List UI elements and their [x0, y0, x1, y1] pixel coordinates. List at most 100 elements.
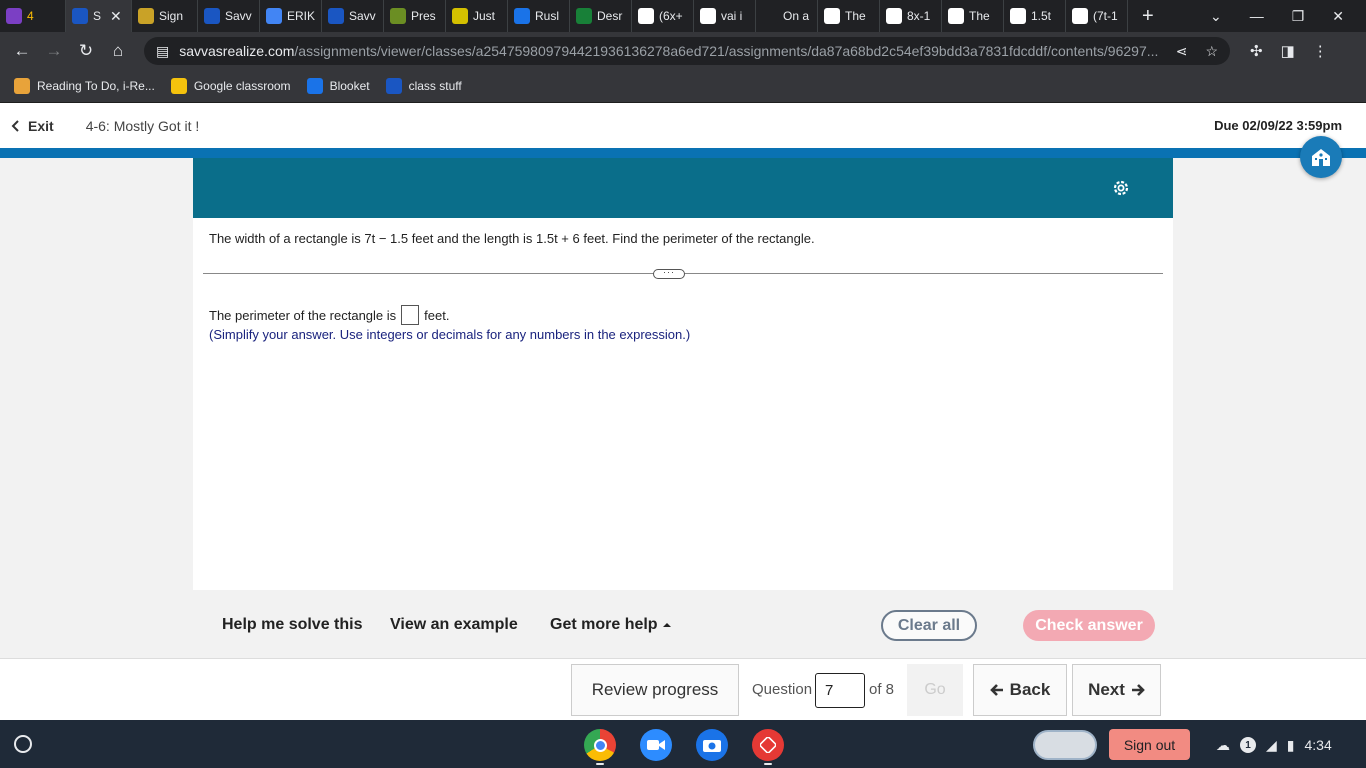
exit-button[interactable]: Exit — [0, 118, 54, 134]
google-icon — [948, 8, 964, 24]
clear-all-button[interactable]: Clear all — [881, 610, 977, 641]
forward-arrow-icon[interactable]: → — [38, 41, 70, 61]
browser-tab[interactable]: S ✕ — [66, 0, 132, 32]
blooket-icon — [306, 78, 323, 94]
clock-time: 4:34 — [1304, 737, 1332, 753]
back-arrow-icon[interactable]: ← — [6, 41, 38, 61]
minimize-icon[interactable]: — — [1250, 8, 1264, 24]
classroom-icon — [6, 8, 22, 24]
assistant-button[interactable] — [1300, 136, 1342, 178]
help-me-solve-button[interactable]: Help me solve this — [222, 616, 363, 634]
browser-tab[interactable]: 4 — [0, 0, 66, 32]
new-tab-icon[interactable]: + — [1128, 5, 1168, 28]
school-building-icon — [1312, 149, 1330, 166]
tab-close-icon[interactable]: ✕ — [110, 8, 122, 25]
settings-gear-icon[interactable] — [1111, 178, 1131, 198]
browser-tab[interactable]: ERIK — [260, 0, 322, 32]
share-icon[interactable]: ⋖ — [1176, 43, 1188, 60]
url-domain: savvasrealize.com — [179, 43, 295, 59]
browser-tab[interactable]: On a — [756, 0, 818, 32]
expand-ellipsis-button[interactable]: ··· — [653, 268, 685, 279]
browser-tab[interactable]: (6x+ — [632, 0, 694, 32]
bookmark-label: Reading To Do, i-Re... — [37, 79, 155, 93]
sign-out-button[interactable]: Sign out — [1109, 729, 1190, 760]
reload-icon[interactable]: ↻ — [70, 41, 102, 61]
tab-title: Rusl — [535, 9, 560, 23]
zoom-icon[interactable] — [640, 729, 672, 761]
tab-title: Desr — [597, 9, 623, 23]
get-more-help-label: Get more help — [550, 616, 658, 633]
caret-up-icon — [662, 623, 671, 627]
bookmark-item[interactable]: Reading To Do, i-Re... — [14, 78, 155, 94]
site-icon — [576, 8, 592, 24]
restore-icon[interactable]: ❐ — [1292, 8, 1305, 25]
view-example-button[interactable]: View an example — [390, 616, 518, 634]
bookmark-label: class stuff — [408, 79, 462, 93]
next-button[interactable]: Next — [1072, 664, 1161, 716]
site-icon — [514, 8, 530, 24]
chrome-icon[interactable] — [584, 729, 616, 761]
folder-66-icon — [385, 78, 402, 94]
extensions-icon[interactable]: ✣ — [1250, 42, 1263, 60]
google-icon — [886, 8, 902, 24]
docs-icon — [266, 8, 282, 24]
browser-tab[interactable]: 8x-1 — [880, 0, 942, 32]
holding-space-icon[interactable] — [1033, 730, 1097, 760]
review-progress-button[interactable]: Review progress — [571, 664, 739, 716]
browser-tab[interactable]: vai i — [694, 0, 756, 32]
u-icon — [452, 8, 468, 24]
side-panel-icon[interactable]: ◨ — [1281, 42, 1295, 60]
notification-count-badge: 1 — [1240, 737, 1256, 753]
browser-tab[interactable]: The — [818, 0, 880, 32]
back-button[interactable]: Back — [973, 664, 1067, 716]
browser-tab-strip: 4 S ✕ Sign Savv ERIK Savv Pres Just Rusl Desr (6x+ v… — [0, 0, 1366, 32]
browser-tab[interactable]: (7t-1 — [1066, 0, 1128, 32]
google-icon — [824, 8, 840, 24]
answer-line: The perimeter of the rectangle is feet. — [209, 305, 449, 325]
browser-tab[interactable]: Rusl — [508, 0, 570, 32]
site-info-icon[interactable]: ▤ — [156, 43, 169, 60]
get-more-help-button[interactable]: Get more help — [550, 616, 671, 634]
battery-icon: ▮ — [1286, 736, 1295, 753]
tab-search-icon[interactable]: ⌄ — [1210, 8, 1222, 25]
check-answer-button[interactable]: Check answer — [1023, 610, 1155, 641]
address-bar[interactable]: ▤ savvasrealize.com/assignments/viewer/c… — [144, 37, 1230, 65]
help-bar: Help me solve this View an example Get m… — [193, 590, 1173, 658]
tab-title: Savv — [349, 9, 376, 23]
window-controls: ⌄ — ❐ ✕ — [1210, 8, 1366, 25]
bookmark-item[interactable]: Blooket — [306, 78, 370, 94]
question-navigation: Review progress Question of 8 Go Back Ne… — [0, 658, 1366, 720]
status-tray[interactable]: ☁ 1 ◢ ▮ 4:34 — [1206, 730, 1342, 760]
os-shelf: Sign out ☁ 1 ◢ ▮ 4:34 — [0, 720, 1366, 768]
browser-tab[interactable]: Pres — [384, 0, 446, 32]
browser-tab[interactable]: Desr — [570, 0, 632, 32]
tab-title: Just — [473, 9, 496, 23]
browser-tab[interactable]: Sign — [132, 0, 198, 32]
bookmark-label: Blooket — [329, 79, 370, 93]
tab-title: 8x-1 — [907, 9, 931, 23]
browser-tab[interactable]: Savv — [198, 0, 260, 32]
assignment-title: 4-6: Mostly Got it ! — [85, 117, 200, 134]
bookmark-star-icon[interactable]: ☆ — [1205, 43, 1218, 60]
question-banner — [193, 158, 1173, 218]
launcher-icon[interactable] — [14, 735, 32, 753]
bookmark-item[interactable]: class stuff — [385, 78, 462, 94]
browser-tab[interactable]: Savv — [322, 0, 384, 32]
tab-title: Pres — [411, 9, 436, 23]
browser-tab[interactable]: 1.5t — [1004, 0, 1066, 32]
close-window-icon[interactable]: ✕ — [1332, 8, 1344, 25]
camera-icon[interactable] — [696, 729, 728, 761]
bookmark-item[interactable]: Google classroom — [170, 78, 291, 94]
screencast-icon[interactable] — [752, 729, 784, 761]
answer-input[interactable] — [401, 305, 420, 325]
question-number-input[interactable] — [815, 673, 865, 708]
browser-tab[interactable]: Just — [446, 0, 508, 32]
go-button[interactable]: Go — [907, 664, 963, 716]
tab-title: The — [969, 9, 990, 23]
home-icon[interactable]: ⌂ — [102, 41, 134, 61]
google-icon — [1072, 8, 1088, 24]
tab-badge: 4 — [27, 9, 34, 23]
tab-title: 1.5t — [1031, 9, 1052, 23]
browser-tab[interactable]: The — [942, 0, 1004, 32]
menu-kebab-icon[interactable]: ⋮ — [1313, 42, 1328, 60]
